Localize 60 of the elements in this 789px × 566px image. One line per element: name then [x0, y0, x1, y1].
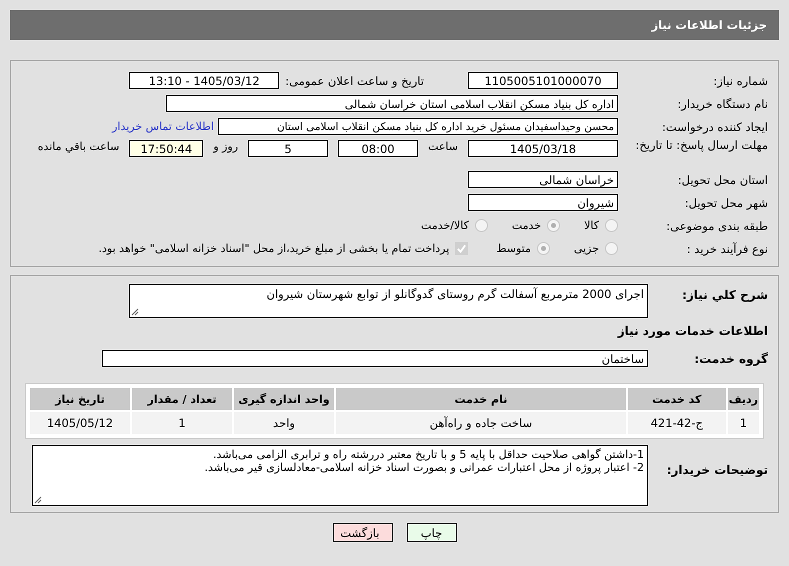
creator-field: محسن وحیداسفیدان مسئول خرید اداره کل بنیاد مسکن انقلاب اسلامی استان [218, 118, 618, 135]
radio-button[interactable] [536, 242, 550, 255]
column-header: تاریخ نیاز [30, 388, 130, 410]
section-heading: اطلاعات خدمات مورد نیاز [616, 324, 768, 338]
field-label: استان محل تحویل: [676, 172, 768, 186]
radio-button[interactable] [474, 219, 488, 232]
table-cell: ج-42-421 [628, 412, 726, 434]
remaining-label: ساعت باقي مانده [38, 140, 120, 153]
column-header: کد خدمت [628, 388, 726, 410]
field-label: گروه خدمت: [693, 352, 768, 366]
city-field: شیروان [468, 194, 618, 211]
radio-label: متوسط [496, 242, 531, 255]
service-group-field: ساختمان [102, 350, 648, 367]
table-cell: واحد [234, 412, 334, 434]
table-cell: 1 [728, 412, 759, 434]
deadline-time-field: 08:00 [338, 140, 418, 157]
checkbox-label: پرداخت تمام یا بخشی از مبلغ خرید،از محل "اسناد خزانه اسلامی" خواهد بود. [98, 242, 450, 255]
buyer-contact-link[interactable]: اطلاعات تماس خریدار [112, 120, 214, 133]
column-header: تعداد / مقدار [132, 388, 232, 410]
field-label: شماره نیاز: [712, 74, 768, 88]
resize-grip-icon[interactable] [131, 308, 139, 316]
time-label: ساعت [428, 140, 458, 153]
column-header: نام خدمت [336, 388, 626, 410]
back-button[interactable]: بازگشت [332, 523, 392, 542]
remaining-time-field: 17:50:44 [129, 140, 204, 157]
field-label: نوع فرآیند خرید : [686, 242, 768, 256]
note-line: 2- اعتبار پروژه از محل اعتبارات عمرانی و بصورت اسناد خزانه اسلامی-معادلسازی قیر می‌باشد. [203, 461, 644, 474]
radio-label: خدمت [512, 219, 542, 232]
days-label: روز و [213, 140, 238, 153]
field-label: نام دستگاه خریدار: [676, 96, 768, 110]
field-label: توضیحات خریدار: [666, 463, 768, 477]
print-button[interactable]: چاپ [406, 523, 456, 542]
radio-button[interactable] [547, 219, 560, 232]
field-label: مهلت ارسال پاسخ: تا تاریخ: [634, 138, 768, 153]
column-header: ردیف [728, 388, 759, 410]
buyer-org-field: اداره کل بنیاد مسکن انقلاب اسلامی استان خراسان شمالی [166, 95, 618, 112]
deadline-date-field: 1405/03/18 [468, 140, 618, 157]
checkbox[interactable] [455, 242, 468, 255]
days-field: 5 [248, 140, 328, 157]
table-cell: 1 [132, 412, 232, 434]
radio-label: کالا/خدمت [421, 219, 469, 232]
field-label: ایجاد کننده درخواست: [661, 120, 768, 134]
need-number-field: 1105005101000070 [468, 72, 618, 89]
note-line: 1-داشتن گواهی صلاحیت حداقل با پایه 5 و با تاریخ معتبر دررشته راه و ترابری الزامی می‌باشد. [212, 448, 644, 461]
table-cell: ساخت جاده و راه‌آهن [336, 412, 626, 434]
radio-label: جزیی [574, 242, 599, 255]
announce-date-field: 1405/03/12 - 13:10 [129, 72, 280, 89]
province-field: خراسان شمالی [468, 171, 618, 188]
column-header: واحد اندازه گیری [234, 388, 334, 410]
field-label: تاریخ و ساعت اعلان عمومی: [285, 74, 424, 88]
radio-button[interactable] [605, 219, 618, 232]
description-field: اجرای 2000 مترمربع آسفالت گرم روستای گدوگانلو از توابع شهرستان شیروان [129, 284, 648, 318]
field-label: طبقه بندی موضوعی: [665, 218, 768, 232]
resize-grip-icon[interactable] [34, 496, 42, 504]
table-cell: 1405/05/12 [30, 412, 130, 434]
radio-button[interactable] [605, 242, 618, 255]
page-title: جزئیات اطلاعات نیاز [651, 18, 767, 32]
field-label: شهر محل تحویل: [684, 196, 768, 210]
radio-label: کالا [584, 219, 599, 232]
field-label: شرح کلي نياز: [681, 288, 768, 302]
